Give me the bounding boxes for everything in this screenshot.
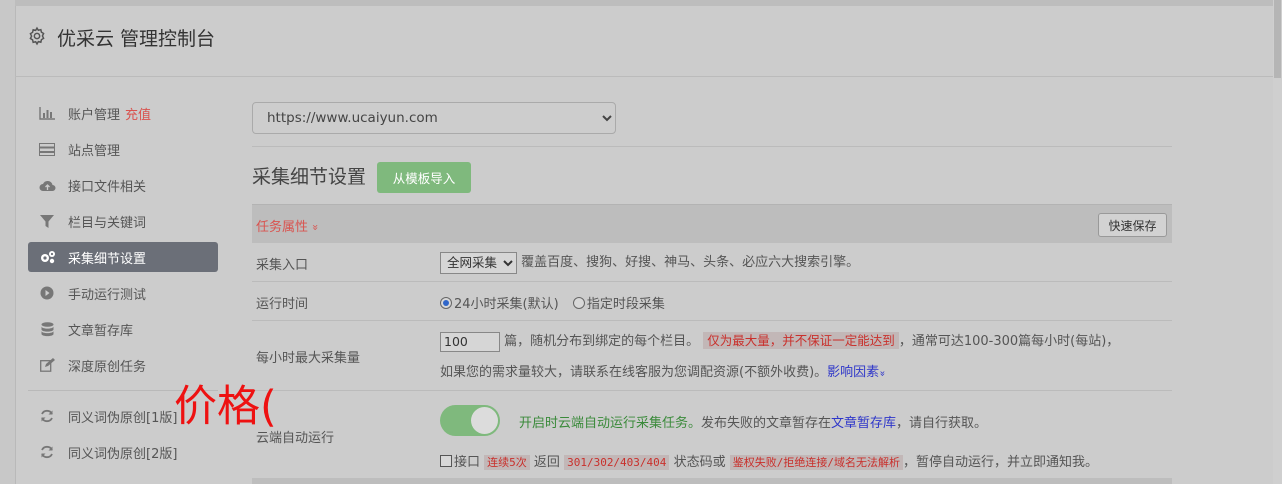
sidebar-item-label: 同义词伪原创[2版] [68, 446, 178, 462]
influence-factors-label: 影响因素 [827, 365, 880, 380]
sidebar-item-article-store[interactable]: 文章暂存库 [28, 314, 218, 344]
sidebar-item-label: 站点管理 [68, 143, 121, 159]
row-content-line2: 如果您的需求量较大，请联系在线客服为您调配资源(不额外收费)。影响因素» [440, 361, 888, 380]
toggle-knob [471, 407, 498, 434]
max-per-hour-input[interactable] [440, 331, 500, 352]
import-from-template-button[interactable]: 从模板导入 [377, 162, 471, 193]
row-content-line2: 接口 连续5次 返回 301/302/403/404 状态码或 鉴权失败/拒绝连… [440, 451, 1098, 470]
chevron-down-icon: » [309, 224, 323, 231]
sidebar-item-label: 文章暂存库 [68, 323, 134, 339]
site-select[interactable]: https://www.ucaiyun.com [252, 102, 616, 134]
page-header: 优采云 管理控制台 [15, 6, 1273, 77]
influence-factors-link[interactable]: 影响因素» [827, 365, 888, 380]
divider [252, 146, 1172, 147]
radio-scheduled[interactable] [572, 297, 585, 309]
sidebar-item-collection-settings[interactable]: 采集细节设置 [28, 242, 218, 272]
sidebar-item-label: 手动运行测试 [68, 287, 147, 303]
radio-24h-label: 24小时采集(默认) [454, 297, 559, 312]
row-label: 运行时间 [256, 297, 309, 312]
section-title: 采集细节设置 [252, 166, 367, 188]
entry-description: 覆盖百度、搜狗、好搜、神马、头条、必应六大搜索引擎。 [521, 255, 860, 270]
cloud-upload-icon [38, 178, 56, 192]
filter-icon [38, 214, 56, 228]
table-header: 任务属性 » 快速保存 [252, 204, 1172, 243]
server-icon [38, 142, 56, 156]
refresh-icon [38, 445, 56, 459]
edit-icon [38, 358, 56, 372]
sidebar-item-sites[interactable]: 站点管理 [28, 134, 218, 164]
sidebar-item-label: 深度原创任务 [68, 359, 147, 375]
collection-entry-select[interactable]: 全网采集 [440, 251, 517, 274]
recharge-link[interactable]: 充值 [125, 104, 151, 123]
chevron-down-icon: » [876, 370, 888, 377]
sidebar-item-manual-test[interactable]: 手动运行测试 [28, 278, 218, 308]
max-text-3: 如果您的需求量较大，请联系在线客服为您调配资源(不额外收费)。 [440, 365, 828, 380]
price-overlay-text: 价格( [174, 382, 277, 432]
cloud-text-2: ，请自行获取。 [896, 416, 988, 431]
database-icon [38, 321, 56, 336]
sidebar-item-label: 采集细节设置 [68, 251, 147, 267]
refresh-icon [38, 409, 56, 423]
task-properties-toggle[interactable]: 任务属性 » [256, 216, 323, 235]
task-properties-label: 任务属性 [256, 220, 309, 235]
sidebar-item-label: 账户管理 [68, 107, 121, 123]
bar-chart-icon [38, 106, 56, 120]
table-footer [252, 478, 1172, 484]
cloud-text-4: 状态码或 [673, 455, 726, 470]
cogs-icon [38, 250, 56, 264]
radio-24h[interactable] [440, 297, 452, 309]
table-row: 每小时最大采集量 篇，随机分布到绑定的每个栏目。 仅为最大量，并不保证一定能达到… [252, 321, 1172, 391]
cloud-text-1: 发布失败的文章暂存在 [701, 416, 832, 431]
sidebar-item-columns-keywords[interactable]: 栏目与关键词 [28, 206, 218, 236]
consecutive-warning: 连续5次 [484, 455, 530, 470]
table-row: 采集入口 全网采集 覆盖百度、搜狗、好搜、神马、头条、必应六大搜索引擎。 [252, 243, 1172, 282]
failure-types: 鉴权失败/拒绝连接/域名无法解析 [729, 455, 903, 470]
play-circle-icon [38, 286, 56, 300]
sidebar-item-interface-files[interactable]: 接口文件相关 [28, 170, 218, 200]
cloud-auto-note: 开启时云端自动运行采集任务。 [519, 416, 702, 431]
table-row: 云端自动运行 开启时云端自动运行采集任务。发布失败的文章暂存在文章暂存库，请自行… [252, 391, 1172, 481]
max-text-1: 篇，随机分布到绑定的每个栏目。 [504, 334, 700, 349]
max-warning: 仅为最大量，并不保证一定能达到 [703, 332, 899, 349]
sidebar-item-synonym-v2[interactable]: 同义词伪原创[2版] [28, 437, 218, 467]
table-row: 运行时间 24小时采集(默认) 指定时段采集 [252, 282, 1172, 321]
sidebar-item-deep-original[interactable]: 深度原创任务 [28, 350, 218, 380]
settings-table: 任务属性 » 快速保存 采集入口 全网采集 覆盖百度、搜狗、好搜、神马、头条、必… [252, 204, 1172, 481]
row-content: 全网采集 覆盖百度、搜狗、好搜、神马、头条、必应六大搜索引擎。 [440, 251, 859, 274]
checkbox-label: 接口 [454, 455, 481, 470]
row-content-line1: 开启时云端自动运行采集任务。发布失败的文章暂存在文章暂存库，请自行获取。 [519, 412, 987, 431]
page-title: 优采云 管理控制台 [57, 28, 216, 50]
sidebar-item-label: 同义词伪原创[1版] [68, 410, 178, 426]
scrollbar-thumb[interactable] [1274, 0, 1281, 78]
row-content: 24小时采集(默认) 指定时段采集 [440, 293, 665, 312]
article-store-link[interactable]: 文章暂存库 [831, 416, 896, 431]
row-content-line1: 篇，随机分布到绑定的每个栏目。 仅为最大量，并不保证一定能达到，通常可达100-… [440, 330, 1119, 352]
cloud-auto-run-toggle[interactable] [440, 405, 500, 436]
sidebar-item-account[interactable]: 账户管理 充值 [28, 98, 218, 128]
cloud-text-3: 返回 [533, 455, 560, 470]
max-text-2: ，通常可达100-300篇每小时(每站)， [898, 334, 1120, 349]
sidebar-item-label: 栏目与关键词 [68, 215, 147, 231]
sidebar-item-label: 接口文件相关 [68, 179, 147, 195]
status-codes: 301/302/403/404 [564, 455, 670, 470]
quick-save-button[interactable]: 快速保存 [1098, 213, 1167, 237]
notify-checkbox[interactable] [440, 455, 452, 467]
cloud-text-5: ，暂停自动运行，并立即通知我。 [902, 455, 1098, 470]
row-label: 采集入口 [256, 258, 309, 273]
row-label: 每小时最大采集量 [256, 351, 361, 366]
gear-icon [29, 26, 45, 46]
radio-scheduled-label: 指定时段采集 [586, 297, 665, 312]
